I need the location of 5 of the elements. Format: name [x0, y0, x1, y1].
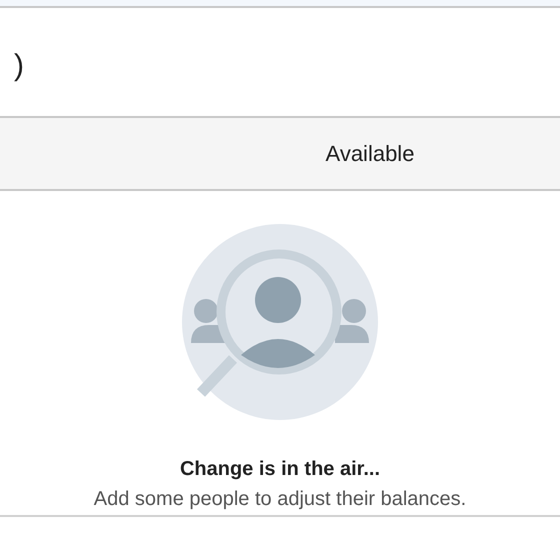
column-header: Available	[326, 140, 414, 166]
empty-state-title: Change is in the air...	[180, 458, 380, 481]
people-search-icon	[181, 223, 379, 421]
empty-state-message: Add some people to adjust their balances.	[94, 488, 466, 511]
page-title: )	[14, 49, 24, 83]
